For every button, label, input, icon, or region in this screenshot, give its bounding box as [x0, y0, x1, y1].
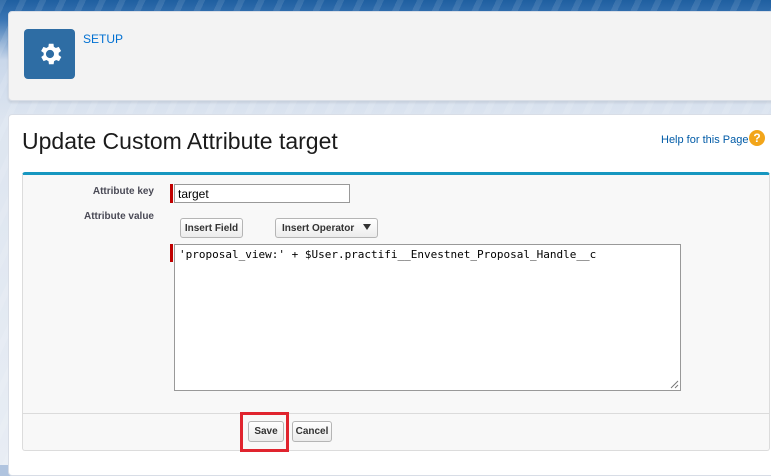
insert-operator-dropdown[interactable]: Insert Operator: [275, 218, 378, 238]
attribute-value-label: Attribute value: [83, 211, 154, 222]
form-divider: [22, 413, 770, 414]
setup-tile: [24, 29, 75, 79]
insert-field-button[interactable]: Insert Field: [180, 218, 243, 238]
required-indicator: [170, 244, 173, 262]
setup-link[interactable]: SETUP: [83, 32, 123, 46]
insert-operator-label: Insert Operator: [282, 222, 355, 234]
required-indicator: [170, 184, 173, 203]
page-title: Update Custom Attribute target: [22, 128, 338, 154]
caret-down-icon: [363, 224, 371, 230]
save-highlight-box: [240, 412, 289, 452]
cancel-button[interactable]: Cancel: [292, 421, 332, 442]
attribute-key-input[interactable]: [174, 184, 350, 203]
resize-grip-icon[interactable]: [670, 380, 679, 389]
gear-icon: [40, 43, 61, 65]
help-link[interactable]: Help for this Page: [661, 134, 748, 146]
formula-textarea[interactable]: 'proposal_view:' + $User.practifi__Enves…: [174, 244, 681, 391]
setup-header: [8, 11, 771, 101]
attribute-key-label: Attribute key: [92, 186, 154, 197]
question-icon[interactable]: ?: [749, 130, 765, 146]
